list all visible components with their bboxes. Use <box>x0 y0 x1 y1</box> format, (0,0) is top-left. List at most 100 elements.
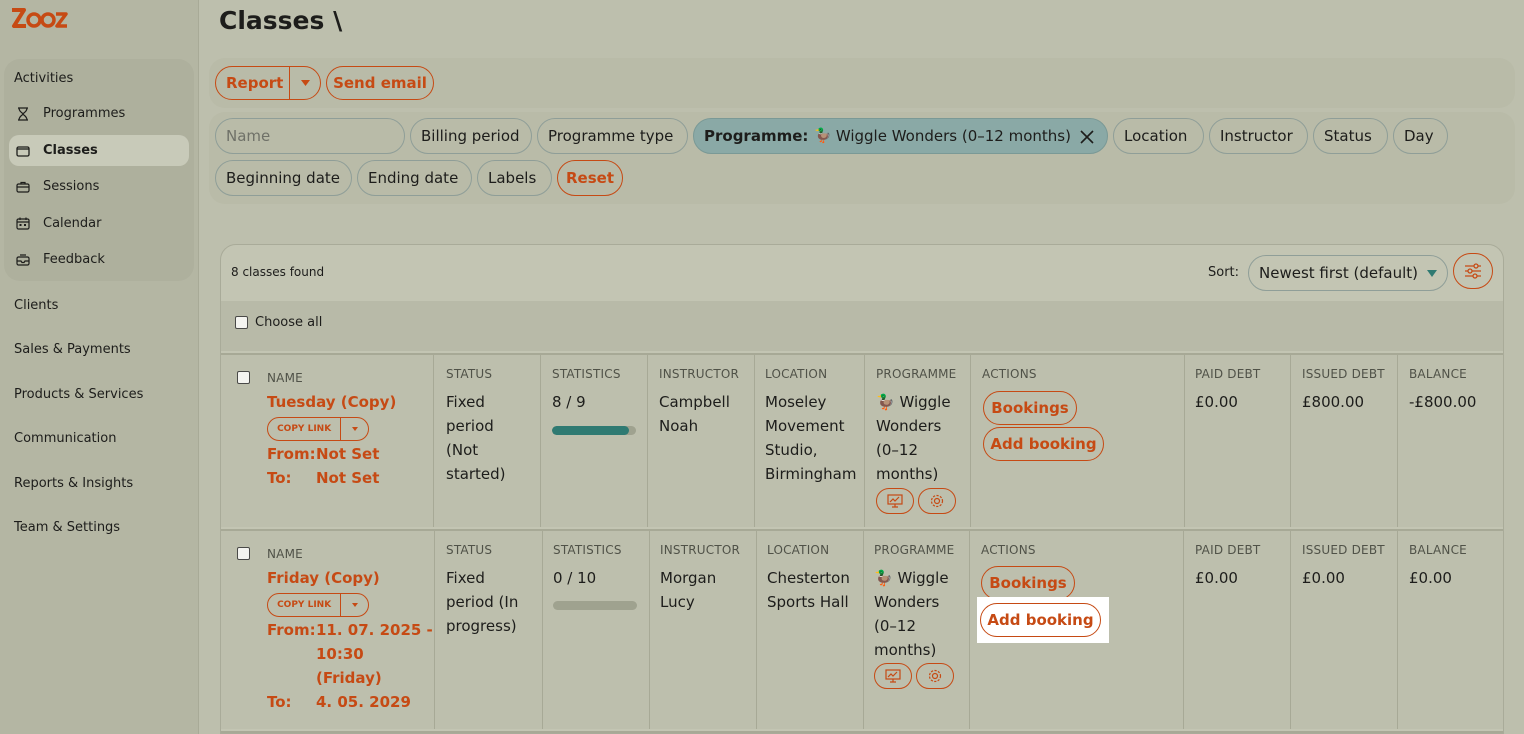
location-value[interactable]: Chesterton Sports Hall <box>767 566 850 614</box>
copy-link-split-button: COPY LINK <box>267 593 369 617</box>
send-email-button[interactable]: Send email <box>326 66 434 100</box>
column-label-status: STATUS <box>446 367 493 381</box>
instructor-cell: INSTRUCTOR Campbell Noah <box>647 355 754 527</box>
sidebar-item-programmes[interactable]: Programmes <box>9 98 189 129</box>
instructor-value[interactable]: Campbell Noah <box>659 390 730 438</box>
sidebar-item-reports-insights[interactable]: Reports & Insights <box>14 476 133 491</box>
sidebar-group-activities[interactable]: Activities <box>14 71 73 86</box>
capacity-bar <box>553 601 637 610</box>
row-checkbox[interactable] <box>237 547 250 560</box>
copy-link-split-button: COPY LINK <box>267 417 369 441</box>
close-icon[interactable] <box>1079 129 1095 145</box>
caret-down-icon <box>300 80 310 86</box>
sidebar-item-classes[interactable]: Classes <box>9 135 189 166</box>
instructor-cell: INSTRUCTOR Morgan Lucy <box>649 531 756 729</box>
settings-button[interactable] <box>916 663 954 689</box>
programme-filter-active[interactable]: Programme: 🦆 Wiggle Wonders (0–12 months… <box>693 118 1108 154</box>
settings-button[interactable] <box>918 488 956 514</box>
location-cell: LOCATION Chesterton Sports Hall <box>756 531 863 729</box>
sidebar-item-team-settings[interactable]: Team & Settings <box>14 520 120 535</box>
paid-debt-value: £0.00 <box>1195 393 1238 411</box>
add-booking-button[interactable]: Add booking <box>980 603 1101 637</box>
caret-down-icon <box>351 427 358 431</box>
copy-link-dropdown[interactable] <box>340 418 368 440</box>
column-label-location: LOCATION <box>767 543 830 557</box>
programme-type-filter[interactable]: Programme type <box>537 118 688 154</box>
column-label-actions: ACTIONS <box>982 367 1037 381</box>
column-label-instructor: INSTRUCTOR <box>660 543 741 557</box>
billing-period-filter[interactable]: Billing period <box>410 118 532 154</box>
column-label-actions: ACTIONS <box>981 543 1036 557</box>
reset-button[interactable]: Reset <box>557 160 623 196</box>
location-value[interactable]: Moseley Movement Studio, Birmingham <box>765 390 856 486</box>
choose-all-bar: Choose all <box>221 301 1503 351</box>
issued-debt-cell: ISSUED DEBT £800.00 <box>1290 355 1397 527</box>
from-value: Not Set <box>316 445 380 463</box>
programme-value[interactable]: 🦆 Wiggle Wonders (0–12 months) <box>876 390 951 486</box>
column-label-instructor: INSTRUCTOR <box>659 367 740 381</box>
sort-select[interactable]: Newest first (default) <box>1248 255 1448 291</box>
folder-icon <box>15 143 31 159</box>
column-label-paid-debt: PAID DEBT <box>1195 543 1261 557</box>
classes-table: 8 classes found Sort: Newest first (defa… <box>220 244 1504 734</box>
sidebar-item-communication[interactable]: Communication <box>14 431 116 446</box>
statistics-value: 0 / 10 <box>553 569 597 587</box>
issued-debt-value: £0.00 <box>1302 569 1345 587</box>
results-count: 8 classes found <box>231 265 325 279</box>
class-name-link[interactable]: Friday (Copy) <box>267 566 380 590</box>
from-label: From: <box>267 621 316 639</box>
row-checkbox[interactable] <box>237 371 250 384</box>
issued-debt-cell: ISSUED DEBT £0.00 <box>1290 531 1397 729</box>
report-dropdown-button[interactable] <box>289 67 320 99</box>
copy-link-dropdown[interactable] <box>340 594 368 616</box>
sidebar-item-label: Programmes <box>43 106 126 121</box>
ending-date-filter[interactable]: Ending date <box>357 160 472 196</box>
copy-link-button[interactable]: COPY LINK <box>268 594 340 616</box>
column-label-statistics: STATISTICS <box>553 543 622 557</box>
to-value: Not Set <box>316 469 380 487</box>
labels-filter[interactable]: Labels <box>477 160 552 196</box>
copy-link-button[interactable]: COPY LINK <box>268 418 340 440</box>
from-value: 11. 07. 2025 -10:30 (Friday) <box>316 621 433 687</box>
programme-cell: PROGRAMME 🦆 Wiggle Wonders (0–12 months) <box>863 531 969 729</box>
sidebar-item-feedback[interactable]: Feedback <box>9 244 189 275</box>
programme-emoji-icon: 🦆 <box>874 569 893 587</box>
sidebar-item-label: Calendar <box>43 216 102 231</box>
analytics-button[interactable] <box>876 488 914 514</box>
choose-all-checkbox[interactable] <box>235 316 248 329</box>
sidebar-item-clients[interactable]: Clients <box>14 298 58 313</box>
table-row: NAME Friday (Copy) COPY LINK From: 11. 0… <box>221 529 1503 729</box>
instructor-value[interactable]: Morgan Lucy <box>660 566 716 614</box>
caret-down-icon <box>351 603 358 607</box>
sort-select-value: Newest first (default) <box>1259 264 1418 282</box>
analytics-button[interactable] <box>874 663 912 689</box>
bookings-button[interactable]: Bookings <box>983 391 1077 425</box>
page-title: Classes \ <box>219 6 343 35</box>
report-button[interactable]: Report <box>216 74 289 92</box>
sidebar-item-calendar[interactable]: Calendar <box>9 208 189 239</box>
sidebar-item-sales-payments[interactable]: Sales & Payments <box>14 342 131 357</box>
column-settings-button[interactable] <box>1453 253 1493 289</box>
sidebar-item-sessions[interactable]: Sessions <box>9 171 189 202</box>
column-label-issued-debt: ISSUED DEBT <box>1302 543 1385 557</box>
sidebar-item-products-services[interactable]: Products & Services <box>14 387 143 402</box>
zooza-logo[interactable] <box>10 4 70 32</box>
sliders-icon <box>1465 263 1481 279</box>
name-filter-input[interactable]: Name <box>215 118 405 154</box>
location-filter[interactable]: Location <box>1113 118 1204 154</box>
presentation-chart-icon <box>885 669 901 683</box>
capacity-bar <box>552 426 636 435</box>
add-booking-button[interactable]: Add booking <box>983 427 1104 461</box>
bookings-button[interactable]: Bookings <box>981 566 1075 600</box>
class-name-link[interactable]: Tuesday (Copy) <box>267 390 396 414</box>
paid-debt-value: £0.00 <box>1195 569 1238 587</box>
status-filter[interactable]: Status <box>1313 118 1388 154</box>
balance-cell: BALANCE -£800.00 <box>1397 355 1503 527</box>
beginning-date-filter[interactable]: Beginning date <box>215 160 352 196</box>
instructor-filter[interactable]: Instructor <box>1209 118 1308 154</box>
statistics-cell: STATISTICS 0 / 10 <box>542 531 649 729</box>
hourglass-icon <box>15 106 31 122</box>
programme-value[interactable]: 🦆 Wiggle Wonders (0–12 months) <box>874 566 949 662</box>
day-filter[interactable]: Day <box>1393 118 1448 154</box>
to-label: To: <box>267 469 292 487</box>
